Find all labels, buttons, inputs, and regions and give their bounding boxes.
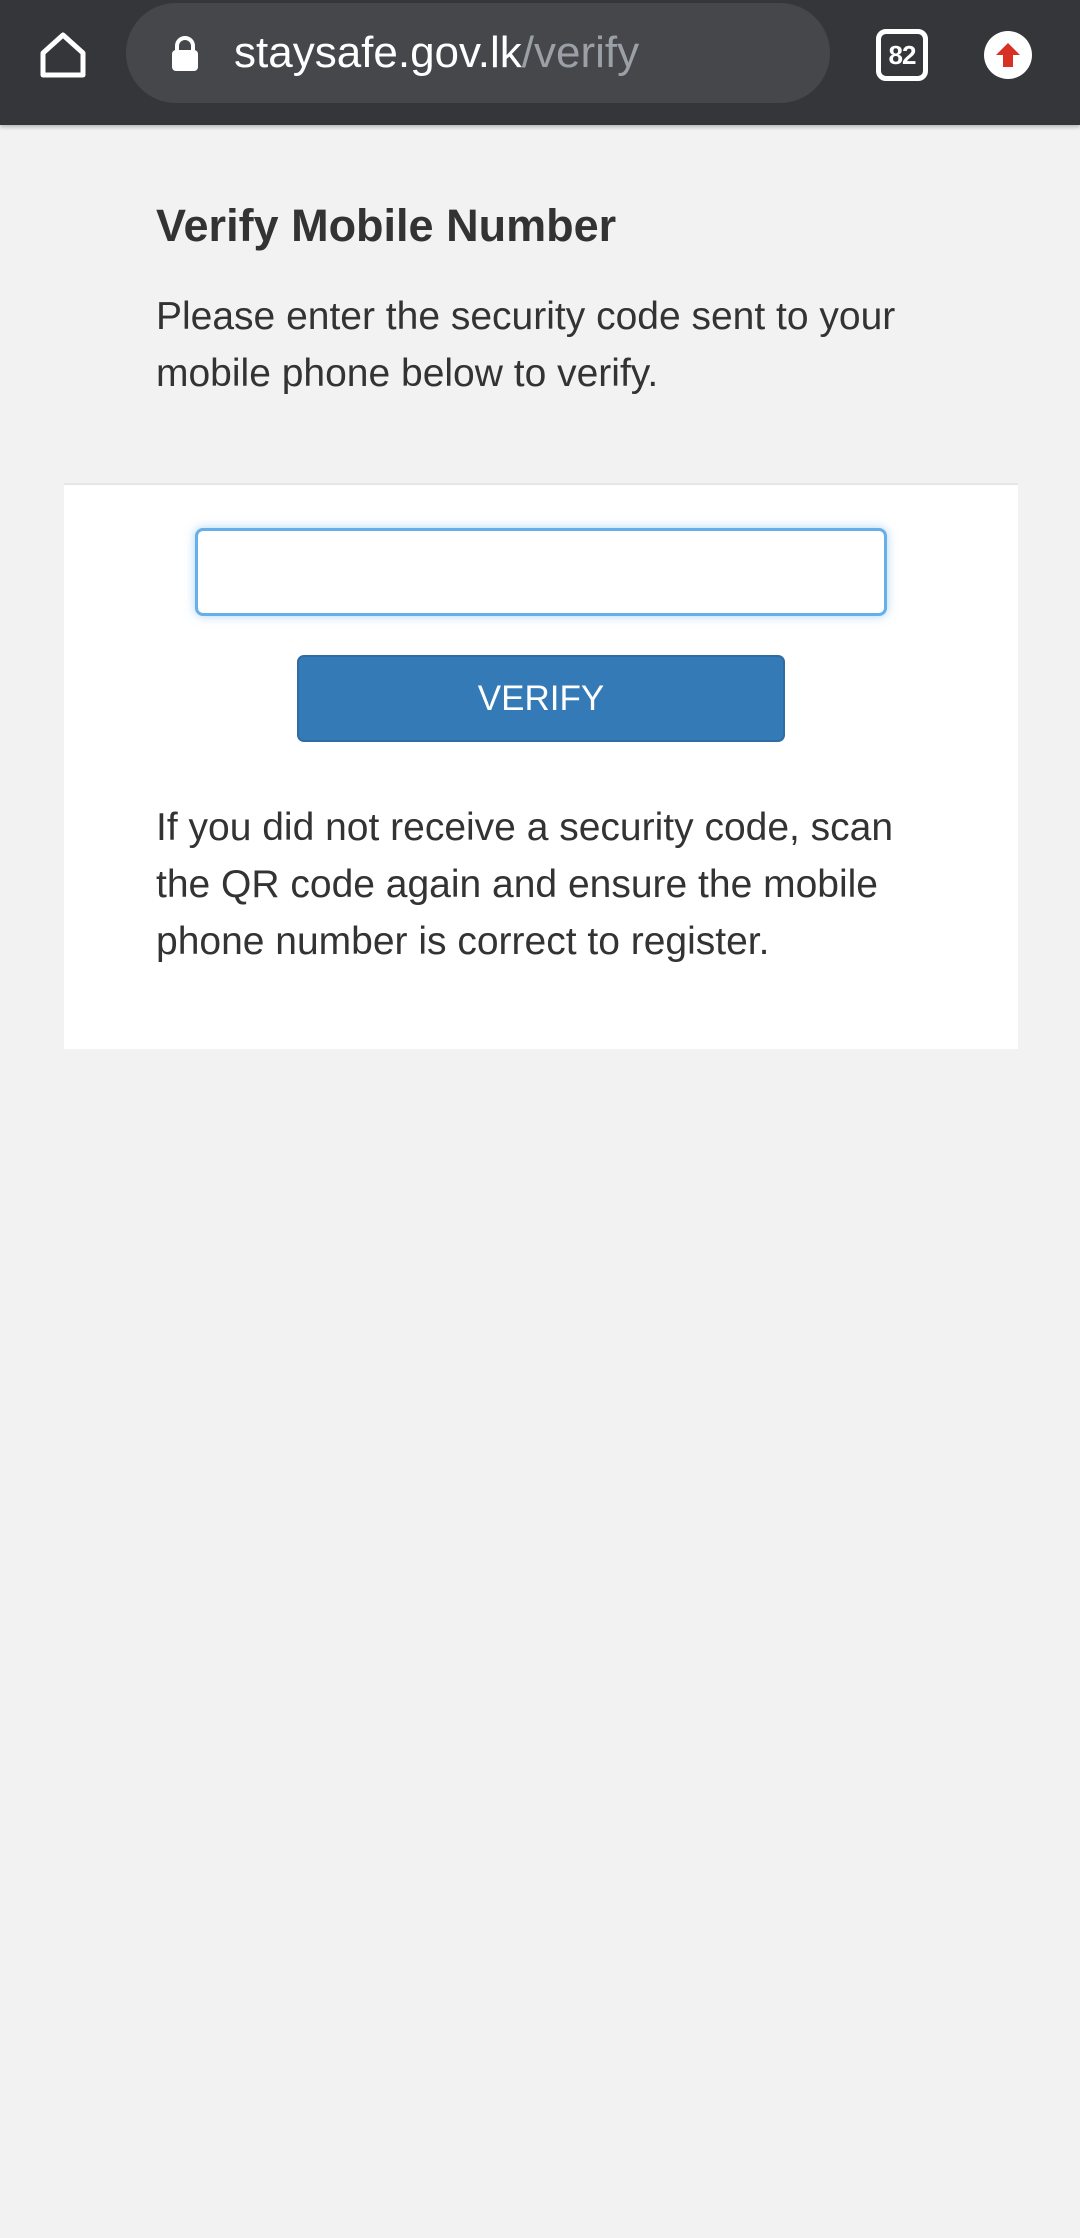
intro-text: Please enter the security code sent to y… [156,295,896,395]
tab-count: 82 [888,39,917,70]
security-code-input[interactable] [195,528,887,616]
verify-card: VERIFY If you did not receive a security… [64,483,1018,1049]
home-icon [40,32,86,78]
update-button[interactable] [984,31,1032,79]
address-bar[interactable]: staysafe.gov.lk/verify [126,3,830,103]
lock-icon [172,36,198,71]
url-text: staysafe.gov.lk/verify [234,3,639,103]
verify-button[interactable]: VERIFY [297,655,785,742]
home-button[interactable] [30,22,96,88]
help-text: If you did not receive a security code, … [156,806,894,963]
url-host: staysafe.gov.lk [234,28,522,77]
page-title: Verify Mobile Number [156,200,617,251]
browser-toolbar: staysafe.gov.lk/verify 82 [0,0,1080,125]
tab-switcher-button[interactable]: 82 [876,29,928,81]
url-path: /verify [521,28,640,77]
update-arrow-icon [996,43,1020,67]
